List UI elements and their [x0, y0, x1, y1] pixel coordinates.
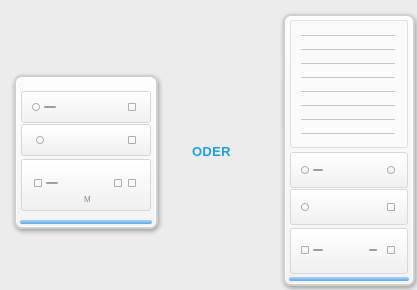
label-line — [301, 63, 395, 64]
switch-panel-large — [283, 14, 415, 286]
blind-icon — [387, 203, 395, 211]
rocker-button-2[interactable] — [21, 124, 151, 156]
minus-icon — [313, 169, 323, 171]
plus-icon — [387, 246, 395, 254]
separator-label: ODER — [192, 144, 231, 159]
led-strip — [20, 220, 152, 224]
label-line — [301, 119, 395, 120]
blind-icon — [128, 136, 136, 144]
rocker-button-3[interactable] — [290, 228, 408, 274]
bulb-icon — [301, 166, 309, 174]
led-strip — [289, 277, 409, 281]
minus-icon — [369, 249, 377, 251]
rocker-button-1[interactable] — [290, 152, 408, 188]
fan-icon — [301, 246, 309, 254]
label-line — [301, 49, 395, 50]
minus-icon — [46, 182, 58, 184]
label-line — [301, 105, 395, 106]
light-icon — [387, 166, 395, 174]
label-field — [290, 20, 408, 148]
minus-icon — [44, 106, 56, 108]
fan-icon — [34, 179, 42, 187]
label-line — [301, 133, 395, 134]
dimmer-icon — [36, 136, 44, 144]
label-line — [301, 91, 395, 92]
rocker-button-2[interactable] — [290, 189, 408, 225]
bulb-icon — [32, 103, 40, 111]
plus-icon — [128, 179, 136, 187]
minus-icon — [313, 249, 323, 251]
dimmer-icon — [301, 203, 309, 211]
light-icon — [128, 103, 136, 111]
switch-panel-small: M — [14, 75, 158, 229]
label-line — [301, 35, 395, 36]
panel-label: M — [84, 195, 91, 204]
scene-icon — [114, 179, 122, 187]
rocker-button-1[interactable] — [21, 91, 151, 123]
rocker-button-3[interactable]: M — [21, 159, 151, 211]
label-line — [301, 77, 395, 78]
